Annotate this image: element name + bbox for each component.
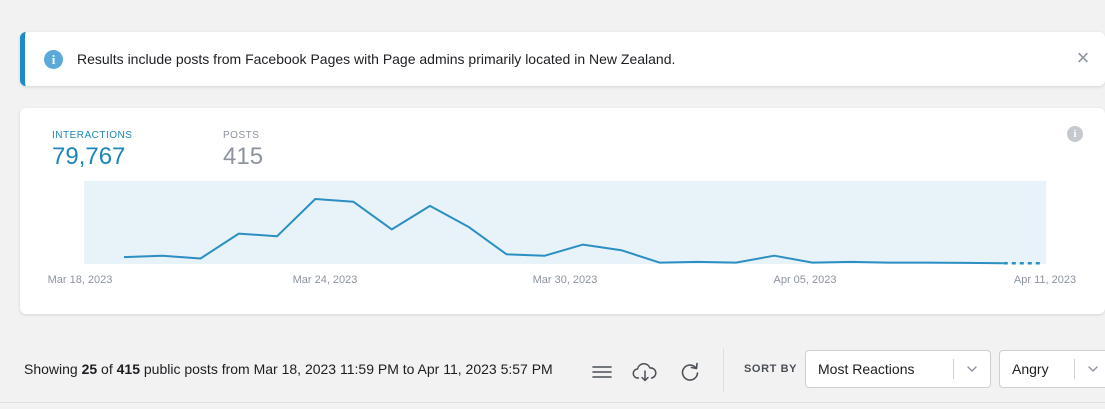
data-point[interactable] (848, 259, 854, 265)
line-chart: Mar 18, 2023 Mar 24, 2023 Mar 30, 2023 Apr … (48, 181, 1076, 286)
select-separator (953, 359, 954, 379)
data-point[interactable] (695, 259, 701, 265)
reaction-select[interactable]: Angry (999, 350, 1105, 388)
data-point[interactable] (465, 224, 471, 230)
data-point[interactable] (963, 260, 969, 266)
data-point[interactable] (1001, 260, 1007, 266)
data-point[interactable] (504, 251, 510, 257)
refresh-icon[interactable] (678, 360, 702, 389)
x-tick-label: Mar 24, 2023 (293, 274, 358, 286)
data-point[interactable] (312, 196, 318, 202)
x-tick-label: Apr 11, 2023 (1014, 274, 1076, 286)
cloud-download-icon[interactable] (632, 360, 658, 389)
data-point[interactable] (274, 233, 280, 239)
total-count: 415 (116, 361, 140, 377)
data-point[interactable] (198, 255, 204, 261)
x-tick-label: Mar 30, 2023 (533, 274, 598, 286)
data-point[interactable] (351, 199, 357, 205)
data-point[interactable] (657, 260, 663, 266)
showing-summary: Showing 25 of 415 public posts from Mar … (24, 360, 584, 379)
of-text: of (97, 361, 117, 377)
info-icon: i (44, 50, 63, 69)
data-point[interactable] (542, 253, 548, 259)
reaction-select-value: Angry (1012, 361, 1049, 377)
data-point[interactable] (924, 260, 930, 266)
data-point[interactable] (580, 242, 586, 248)
showing-prefix: Showing (24, 361, 82, 377)
data-point[interactable] (389, 226, 395, 232)
data-point[interactable] (810, 260, 816, 266)
select-separator (1074, 359, 1075, 379)
chart-plot-area (84, 181, 1046, 264)
x-tick-label: Mar 18, 2023 (48, 274, 113, 286)
chevron-down-icon (1085, 360, 1101, 378)
chart-card: INTERACTIONS 79,767 POSTS 415 i Mar 18, … (20, 108, 1105, 314)
info-banner: i Results include posts from Facebook Pa… (20, 32, 1105, 86)
data-point[interactable] (121, 254, 127, 260)
sort-select[interactable]: Most Reactions (805, 350, 991, 388)
count-shown: 25 (81, 361, 98, 377)
data-point[interactable] (886, 260, 892, 266)
toolbar-divider (723, 348, 724, 392)
banner-text: Results include posts from Facebook Page… (77, 51, 676, 67)
close-icon[interactable]: × (1071, 46, 1095, 70)
sort-select-value: Most Reactions (818, 361, 915, 377)
sort-by-label: SORT BY (744, 363, 798, 375)
showing-suffix: public posts from Mar 18, 2023 11:59 PM … (140, 361, 553, 377)
data-point[interactable] (771, 253, 777, 259)
x-tick-label: Apr 05, 2023 (774, 274, 837, 286)
results-toolbar: Showing 25 of 415 public posts from Mar … (0, 340, 1105, 403)
data-point[interactable] (1039, 260, 1045, 266)
chevron-down-icon (964, 360, 980, 378)
data-point[interactable] (618, 247, 624, 253)
list-icon[interactable] (590, 360, 614, 389)
data-point[interactable] (733, 260, 739, 266)
data-point[interactable] (159, 253, 165, 259)
data-point[interactable] (236, 231, 242, 237)
data-point[interactable] (427, 203, 433, 209)
